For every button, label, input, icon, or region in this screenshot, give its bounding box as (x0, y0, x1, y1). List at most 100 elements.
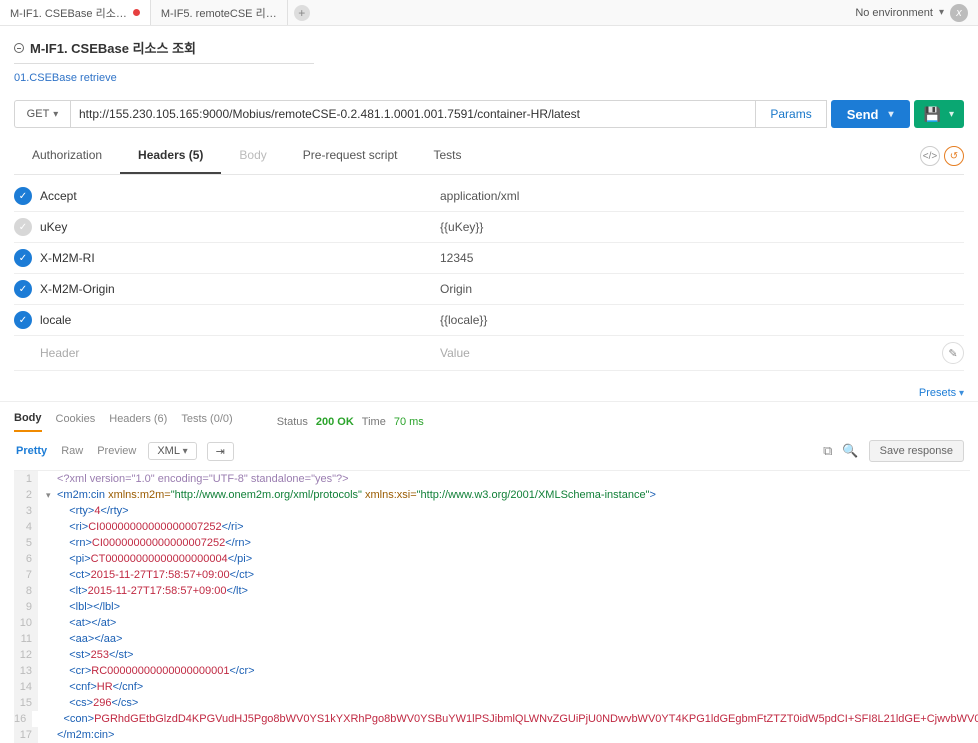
checkbox-icon[interactable]: ✓ (14, 280, 32, 298)
tab-prerequest[interactable]: Pre-request script (285, 138, 416, 174)
collapse-icon[interactable] (14, 43, 24, 53)
header-key[interactable]: X-M2M-RI (40, 251, 440, 265)
line-number: 9 (14, 599, 38, 615)
resp-tab-tests[interactable]: Tests (0/0) (181, 413, 232, 431)
page-title: M-IF1. CSEBase 리소스 조회 (30, 38, 196, 57)
header-value[interactable]: Origin (440, 282, 964, 296)
resp-tab-cookies[interactable]: Cookies (56, 413, 96, 431)
top-tab-1-label: M-IF5. remoteCSE 리… (161, 5, 277, 21)
collection-sublink[interactable]: 01.CSEBase retrieve (0, 64, 978, 100)
code-line: 3 <rty>4</rty> (14, 503, 970, 519)
reset-icon[interactable]: ↺ (944, 146, 964, 166)
view-raw[interactable]: Raw (59, 441, 85, 461)
response-toolbar: Pretty Raw Preview XML ▾ ⇥ ⧉ 🔍 Save resp… (0, 432, 978, 470)
code-line: 2▾<m2m:cin xmlns:m2m="http://www.onem2m.… (14, 487, 970, 503)
resp-tab-body[interactable]: Body (14, 412, 42, 432)
top-tab-1[interactable]: M-IF5. remoteCSE 리… (151, 0, 288, 25)
http-method-select[interactable]: GET ▾ (14, 100, 70, 128)
header-row[interactable]: ✓ uKey {{uKey}} (14, 212, 964, 243)
response-status: Status 200 OK Time 70 ms (277, 416, 424, 428)
chevron-down-icon: ▾ (53, 109, 58, 120)
header-key-placeholder[interactable]: Header (40, 346, 440, 360)
status-code: 200 OK (316, 416, 354, 428)
account-avatar[interactable]: x (950, 4, 968, 22)
checkbox-icon[interactable]: ✓ (14, 311, 32, 329)
page-title-row: M-IF1. CSEBase 리소스 조회 (0, 26, 978, 61)
url-input[interactable] (70, 100, 756, 128)
header-value[interactable]: {{locale}} (440, 313, 964, 327)
checkbox-icon[interactable]: ✓ (14, 218, 32, 236)
unsaved-dot-icon (133, 9, 140, 16)
top-tabs: M-IF1. CSEBase 리소… M-IF5. remoteCSE 리… + (0, 0, 310, 25)
top-tab-0-label: M-IF1. CSEBase 리소… (10, 5, 127, 21)
save-response-button[interactable]: Save response (869, 440, 964, 462)
line-number: 4 (14, 519, 38, 535)
presets-dropdown[interactable]: Presets ▾ (0, 385, 978, 401)
header-value[interactable]: {{uKey}} (440, 220, 964, 234)
wrap-lines-button[interactable]: ⇥ (207, 442, 234, 461)
response-body-code[interactable]: 1<?xml version="1.0" encoding="UTF-8" st… (14, 470, 970, 743)
header-row-placeholder[interactable]: Header Value ✎ (14, 336, 964, 371)
response-lang-select[interactable]: XML ▾ (148, 442, 196, 460)
environment-selector[interactable]: No environment ▾ x (855, 4, 968, 22)
checkbox-icon[interactable]: ✓ (14, 249, 32, 267)
line-number: 16 (14, 711, 32, 727)
top-tab-0[interactable]: M-IF1. CSEBase 리소… (0, 0, 151, 25)
header-value-placeholder[interactable]: Value (440, 346, 942, 360)
tab-authorization[interactable]: Authorization (14, 138, 120, 174)
tab-tests[interactable]: Tests (415, 138, 479, 174)
line-number: 1 (14, 471, 38, 487)
line-number: 12 (14, 647, 38, 663)
chevron-down-icon: ▾ (889, 109, 894, 120)
line-number: 7 (14, 567, 38, 583)
header-row[interactable]: ✓ X-M2M-RI 12345 (14, 243, 964, 274)
header-row[interactable]: ✓ Accept application/xml (14, 181, 964, 212)
headers-table: ✓ Accept application/xml✓ uKey {{uKey}}✓… (0, 175, 978, 385)
line-number: 8 (14, 583, 38, 599)
tab-body[interactable]: Body (221, 138, 284, 174)
code-line: 9 <lbl></lbl> (14, 599, 970, 615)
tab-headers[interactable]: Headers (5) (120, 138, 221, 174)
header-key[interactable]: locale (40, 313, 440, 327)
code-line: 16 <con>PGRhdGEtbGlzdD4KPGVudHJ5Pgo8bWV0… (14, 711, 970, 727)
line-number: 14 (14, 679, 38, 695)
new-tab-button[interactable]: + (294, 5, 310, 21)
search-icon[interactable]: 🔍 (842, 443, 858, 459)
code-line: 17</m2m:cin> (14, 727, 970, 743)
save-icon: 💾 (924, 106, 941, 123)
edit-icon[interactable]: ✎ (942, 342, 964, 364)
view-pretty[interactable]: Pretty (14, 441, 49, 461)
header-row[interactable]: ✓ locale {{locale}} (14, 305, 964, 336)
header-key[interactable]: X-M2M-Origin (40, 282, 440, 296)
http-method-value: GET (27, 108, 50, 120)
send-button[interactable]: Send ▾ (831, 100, 910, 128)
line-number: 13 (14, 663, 38, 679)
top-tab-bar: M-IF1. CSEBase 리소… M-IF5. remoteCSE 리… +… (0, 0, 978, 26)
params-button[interactable]: Params (756, 100, 826, 128)
chevron-down-icon: ▾ (949, 109, 954, 120)
chevron-down-icon: ▾ (939, 7, 944, 18)
response-tabs: Body Cookies Headers (6) Tests (0/0) Sta… (0, 401, 978, 432)
header-row[interactable]: ✓ X-M2M-Origin Origin (14, 274, 964, 305)
environment-label: No environment (855, 7, 933, 19)
code-line: 14 <cnf>HR</cnf> (14, 679, 970, 695)
chevron-down-icon: ▾ (956, 388, 964, 399)
line-number: 10 (14, 615, 38, 631)
resp-tab-headers[interactable]: Headers (6) (109, 413, 167, 431)
header-key[interactable]: Accept (40, 189, 440, 203)
line-number: 17 (14, 727, 38, 743)
line-number: 15 (14, 695, 38, 711)
checkbox-icon[interactable]: ✓ (14, 187, 32, 205)
save-button[interactable]: 💾 ▾ (914, 100, 964, 128)
code-line: 1<?xml version="1.0" encoding="UTF-8" st… (14, 471, 970, 487)
view-preview[interactable]: Preview (95, 441, 138, 461)
header-value[interactable]: 12345 (440, 251, 964, 265)
header-value[interactable]: application/xml (440, 189, 964, 203)
chevron-down-icon: ▾ (183, 446, 188, 457)
code-snippet-icon[interactable]: </> (920, 146, 940, 166)
request-subtabs: Authorization Headers (5) Body Pre-reque… (14, 138, 964, 175)
copy-icon[interactable]: ⧉ (823, 443, 832, 459)
line-number: 6 (14, 551, 38, 567)
line-number: 3 (14, 503, 38, 519)
header-key[interactable]: uKey (40, 220, 440, 234)
